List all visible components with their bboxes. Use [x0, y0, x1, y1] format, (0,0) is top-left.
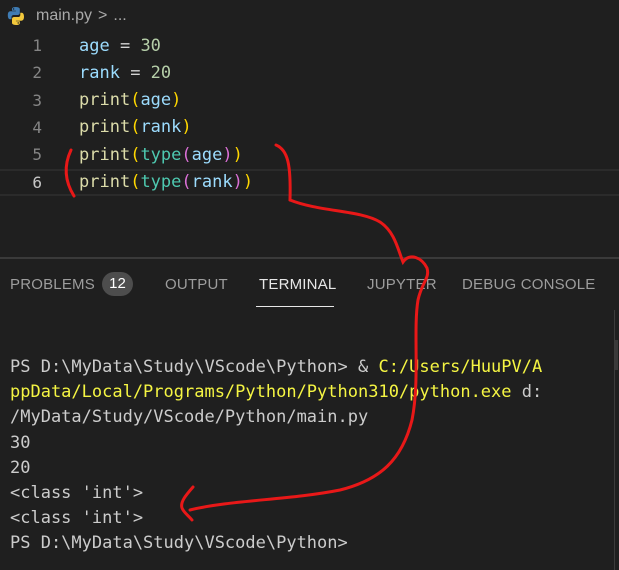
code-token: age: [140, 90, 172, 111]
code-token: rank: [140, 117, 182, 138]
code-token: ): [181, 117, 192, 138]
code-token: print: [79, 117, 131, 138]
tab-output[interactable]: OUTPUT: [165, 276, 228, 293]
code-token: 20: [150, 62, 172, 83]
code-line[interactable]: 4 print(rank): [0, 114, 619, 141]
line-number: 2: [32, 63, 42, 83]
terminal-text: /MyData/Study/VScode/Python/main.py: [10, 407, 369, 428]
terminal-line: <class 'int'>: [10, 506, 143, 531]
code-text: print(rank): [79, 117, 192, 137]
line-number: 3: [32, 90, 42, 110]
terminal-text: PS D:\MyData\Study\VScode\Python> &: [10, 357, 379, 377]
tab-debug-console[interactable]: DEBUG CONSOLE: [462, 276, 595, 293]
code-text: print(type(age)): [79, 145, 243, 165]
terminal-text: <class 'int'>: [10, 483, 144, 503]
terminal-text: 20: [10, 457, 31, 478]
terminal-line: PS D:\MyData\Study\VScode\Python> & C:/U…: [10, 355, 542, 380]
code-token: rank: [191, 172, 233, 192]
terminal-line: 30: [10, 431, 30, 456]
code-token: ): [232, 172, 243, 192]
tab-jupyter[interactable]: JUPYTER: [367, 276, 437, 293]
tab-terminal[interactable]: TERMINAL: [259, 276, 336, 293]
code-token: ): [171, 90, 182, 111]
code-token: ): [232, 144, 243, 165]
code-text: age = 30: [79, 36, 161, 56]
code-token: age: [79, 35, 110, 56]
terminal-line: <class 'int'>: [10, 481, 143, 506]
code-line[interactable]: 5 print(type(age)): [0, 141, 619, 168]
terminal-text: C:/Users/HuuPV/A: [378, 357, 543, 377]
code-token: 30: [140, 35, 161, 56]
terminal-scroll-thumb[interactable]: [615, 340, 618, 370]
code-token: type: [140, 172, 182, 192]
panel-tabs: PROBLEMS 12 OUTPUT TERMINAL JUPYTER DEBU…: [0, 259, 619, 311]
terminal-line: PS D:\MyData\Study\VScode\Python>: [10, 531, 348, 556]
terminal-line: ppData/Local/Programs/Python/Python310/p…: [10, 380, 542, 405]
annotation-arrow-head: [180, 485, 195, 522]
code-token: print: [79, 172, 131, 192]
breadcrumb: main.py > ...: [0, 0, 619, 32]
terminal-text: ppData/Local/Programs/Python/Python310/p…: [10, 382, 512, 403]
code-editor[interactable]: 1 age = 30 2 rank = 20 3 print(age) 4 print(ran…: [0, 32, 619, 257]
code-token: (: [130, 144, 141, 165]
line-number: 6: [32, 172, 42, 192]
code-token: ): [222, 144, 233, 165]
code-line[interactable]: 3 print(age): [0, 87, 619, 114]
code-token: (: [181, 172, 192, 192]
code-token: (: [181, 144, 192, 165]
code-token: =: [109, 35, 141, 56]
code-token: type: [140, 144, 182, 165]
code-token: (: [130, 117, 141, 138]
code-text: print(age): [79, 90, 181, 110]
code-token: print: [79, 90, 131, 111]
terminal-text: d:: [511, 382, 543, 403]
breadcrumb-file[interactable]: main.py: [36, 7, 92, 25]
terminal-text: <class 'int'>: [10, 508, 144, 529]
tab-problems[interactable]: PROBLEMS: [10, 276, 95, 293]
code-token: rank: [79, 62, 120, 83]
code-line[interactable]: 6 print(type(rank)): [0, 168, 619, 196]
breadcrumb-more[interactable]: ...: [113, 7, 126, 25]
python-icon: [6, 6, 26, 26]
chevron-right-icon: >: [98, 7, 108, 24]
code-token: (: [130, 90, 141, 111]
terminal-line: 20: [10, 456, 30, 481]
code-token: print: [79, 144, 131, 165]
line-number: 4: [32, 117, 42, 137]
terminal-text: PS D:\MyData\Study\VScode\Python>: [10, 533, 348, 554]
code-token: =: [119, 62, 151, 83]
terminal-text: 30: [10, 432, 31, 453]
code-token: age: [191, 144, 223, 165]
code-line[interactable]: 1 age = 30: [0, 32, 619, 59]
code-token: (: [130, 172, 141, 192]
line-number: 5: [32, 145, 42, 165]
code-text: print(type(rank)): [79, 172, 253, 192]
code-line[interactable]: 2 rank = 20: [0, 59, 619, 86]
problems-count-badge: 12: [102, 272, 133, 296]
code-text: rank = 20: [79, 63, 171, 83]
active-tab-indicator: [256, 306, 334, 307]
line-number: 1: [32, 36, 42, 55]
code-token: ): [242, 172, 254, 192]
terminal-line: /MyData/Study/VScode/Python/main.py: [10, 405, 368, 430]
